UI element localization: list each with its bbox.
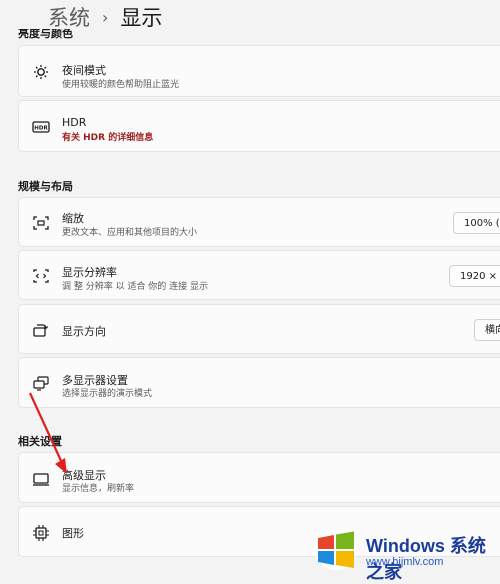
annotation-arrow [28,392,67,474]
windows-logo-icon [314,530,358,570]
watermark: Windows 系统之家 www.bjjmlv.com [308,520,500,582]
watermark-url: www.bjjmlv.com [366,556,444,568]
